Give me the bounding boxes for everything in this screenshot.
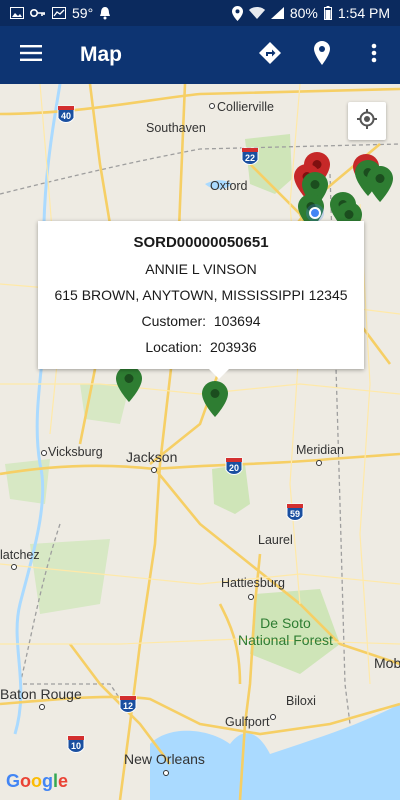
city-dot (11, 564, 17, 570)
map-marker-green-selected[interactable] (202, 381, 228, 417)
map-label-oxford: Oxford (210, 179, 248, 193)
app-bar: Map (0, 26, 400, 84)
forest-line-2: National Forest (238, 632, 333, 648)
battery-icon (323, 6, 332, 20)
forest-line-1: De Soto (260, 615, 311, 631)
map-label-natchez: latchez (0, 548, 40, 562)
city-dot (41, 450, 47, 456)
customer-name: ANNIE L VINSON (145, 261, 257, 277)
status-bar: 59° 80% 1:54 PM (0, 0, 400, 26)
clock-time: 1:54 PM (337, 5, 390, 21)
customer-number-row: Customer: 103694 (38, 313, 364, 329)
map-label-southaven: Southaven (146, 121, 206, 135)
directions-button[interactable] (244, 26, 296, 84)
directions-icon (258, 41, 282, 70)
map-marker-green[interactable] (367, 166, 393, 202)
city-dot (270, 714, 276, 720)
location-label: Location: (145, 339, 203, 355)
temperature-text: 59° (72, 5, 94, 21)
city-dot (39, 704, 45, 710)
location-pin-button[interactable] (296, 26, 348, 84)
signal-icon (270, 7, 284, 19)
map-label-forest: De Soto National Forest (238, 615, 333, 649)
hamburger-icon (20, 44, 42, 66)
current-location-dot (309, 207, 321, 219)
menu-button[interactable] (0, 26, 62, 84)
order-id: SORD00000050651 (133, 234, 269, 251)
highway-22-label: 22 (245, 153, 256, 163)
city-dot (163, 770, 169, 776)
map-view[interactable]: 40 22 20 59 12 10 Collierville Southaven… (0, 84, 400, 800)
my-location-button[interactable] (348, 102, 386, 140)
city-dot (248, 594, 254, 600)
key-icon (30, 8, 46, 18)
city-dot (316, 460, 322, 466)
customer-label: Customer: (141, 313, 207, 329)
marker-info-window[interactable]: SORD00000050651 ANNIE L VINSON 615 BROWN… (38, 221, 364, 379)
weather-chart-icon (52, 7, 66, 19)
map-label-laurel: Laurel (258, 533, 293, 547)
highway-59-label: 59 (290, 509, 301, 519)
city-dot (151, 467, 157, 473)
map-label-baton-rouge: Baton Rouge (0, 686, 82, 702)
wifi-icon (248, 7, 265, 19)
crosshair-icon (356, 108, 378, 135)
overflow-menu-button[interactable] (348, 26, 400, 84)
map-label-meridian: Meridian (296, 443, 344, 457)
more-vertical-icon (371, 43, 377, 68)
image-icon (10, 7, 24, 19)
highway-40-label: 40 (61, 111, 72, 121)
location-icon (231, 5, 243, 21)
location-number-row: Location: 203936 (38, 339, 364, 355)
city-dot (209, 103, 215, 109)
location-number: 203936 (209, 339, 257, 355)
bell-icon (99, 6, 111, 20)
battery-percent: 80% (289, 5, 318, 21)
map-label-vicksburg: Vicksburg (48, 445, 103, 459)
customer-address: 615 BROWN, ANYTOWN, MISSISSIPPI 12345 (54, 287, 348, 303)
page-title: Map (80, 43, 122, 66)
google-logo: Google (6, 771, 69, 791)
map-pin-icon (314, 40, 330, 70)
map-label-new-orleans: New Orleans (124, 751, 205, 767)
map-label-biloxi: Biloxi (286, 694, 316, 708)
map-label-mobile: Mob (374, 655, 400, 671)
customer-number: 103694 (213, 313, 261, 329)
map-label-gulfport: Gulfport (225, 715, 270, 729)
highway-20-label: 20 (229, 463, 240, 473)
map-label-jackson: Jackson (126, 449, 178, 465)
highway-12-label: 12 (123, 701, 134, 711)
highway-10-label: 10 (71, 741, 82, 751)
map-label-collierville: Collierville (217, 100, 274, 114)
map-marker-green[interactable] (116, 366, 142, 402)
map-label-hattiesburg: Hattiesburg (221, 576, 285, 590)
